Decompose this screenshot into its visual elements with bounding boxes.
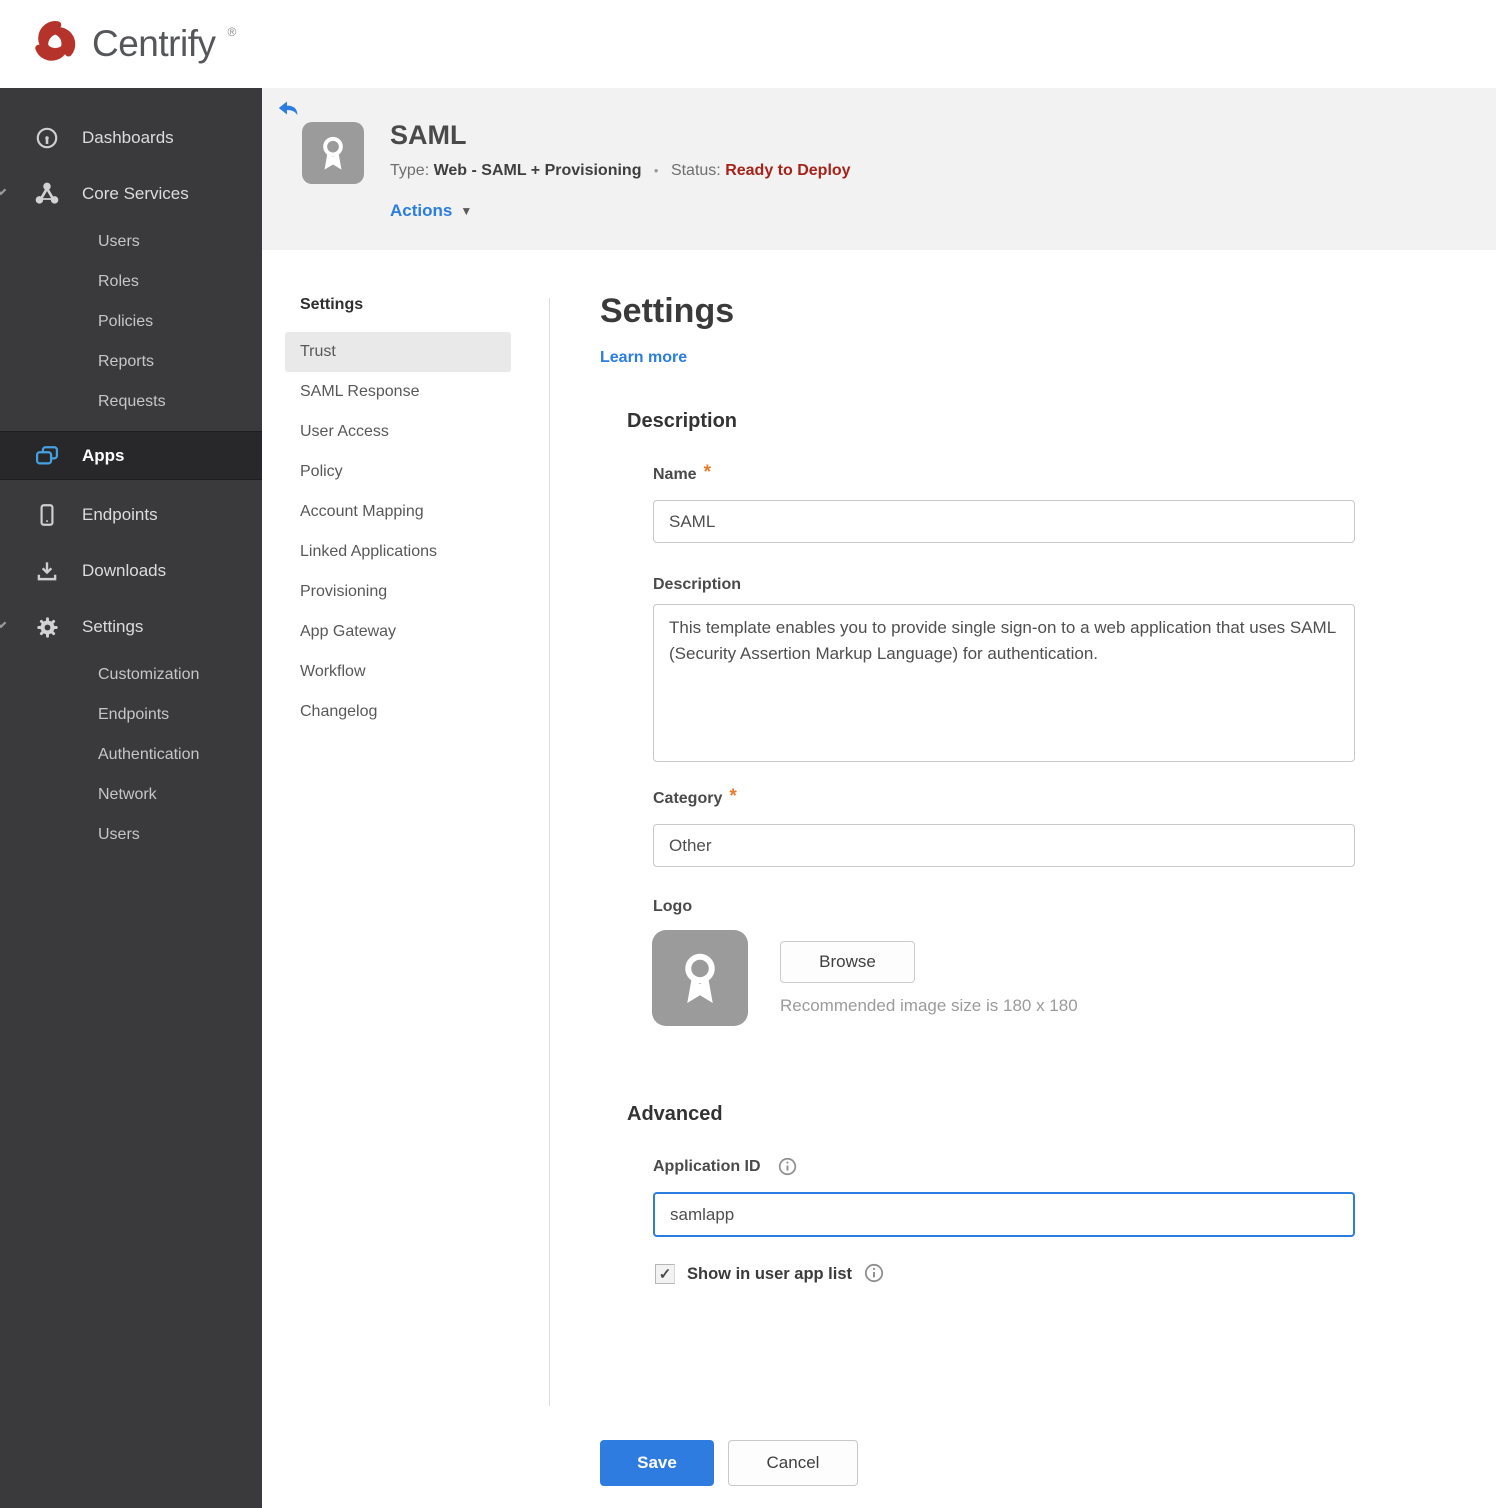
learn-more-link[interactable]: Learn more [600,349,687,367]
subnav-item-user-access[interactable]: User Access [285,412,511,452]
caret-down-icon: ▼ [460,204,473,218]
save-button[interactable]: Save [600,1440,714,1486]
phone-icon [32,502,62,528]
download-icon [32,558,62,584]
name-field[interactable] [653,500,1355,543]
subnav-item-app-gateway[interactable]: App Gateway [285,612,511,652]
apps-icon [32,442,62,470]
status-value: Ready to Deploy [725,162,851,179]
sidebar-item-authentication[interactable]: Authentication [0,735,262,775]
sidebar-item-users-settings[interactable]: Users [0,815,262,855]
status-label: Status: [670,162,721,179]
subnav-item-policy[interactable]: Policy [285,452,511,492]
app-meta-line: Type: Web - SAML + Provisioning • Status… [390,162,851,180]
meta-separator: • [653,163,659,178]
app-title: SAML [390,120,467,150]
page-title: Settings [600,292,735,330]
actions-label: Actions [390,201,453,220]
subnav-item-account-mapping[interactable]: Account Mapping [285,492,511,532]
sidebar-item-apps[interactable]: Apps [0,431,262,480]
sidebar-item-label: Core Services [82,184,189,203]
show-in-user-app-list-row: ✓ Show in user app list [655,1263,884,1284]
name-label: Name * [653,462,711,483]
award-ribbon-icon [323,136,343,170]
info-icon[interactable] [778,1157,797,1176]
app-logo-tile [302,122,364,184]
app-logo-preview [652,930,748,1026]
centrify-admin-screen: Centrify ® Dashboards Core Services User… [0,0,1496,1508]
sidebar-item-core-services[interactable]: Core Services [0,166,262,222]
sidebar-item-label: Dashboards [82,128,174,147]
sidebar-item-users[interactable]: Users [0,222,262,262]
show-in-user-app-list-checkbox[interactable]: ✓ [655,1264,675,1284]
required-asterisk: * [729,786,737,807]
award-ribbon-icon [685,953,715,1003]
core-services-icon [32,180,62,208]
browse-button[interactable]: Browse [780,941,915,983]
sidebar-item-reports[interactable]: Reports [0,342,262,382]
settings-subnav: Settings Trust SAML Response User Access… [285,296,511,732]
actions-menu-button[interactable]: Actions ▼ [390,201,472,221]
type-value: Web - SAML + Provisioning [433,162,642,179]
show-in-user-app-list-label: Show in user app list [687,1264,853,1283]
cancel-button[interactable]: Cancel [728,1440,858,1486]
info-icon[interactable] [864,1263,884,1283]
logo-label: Logo [653,898,693,915]
sidebar-item-settings[interactable]: Settings [0,599,262,655]
sidebar-item-requests[interactable]: Requests [0,382,262,422]
brand-name: Centrify [92,23,216,64]
type-label: Type: [390,162,430,179]
app-header: SAML Type: Web - SAML + Provisioning • S… [262,88,1496,250]
sidebar-item-label: Downloads [82,561,167,580]
chevron-down-icon [0,616,10,639]
subnav-heading: Settings [300,296,364,313]
application-id-field[interactable] [653,1192,1355,1237]
sidebar-item-label: Apps [82,445,125,465]
subnav-item-linked-applications[interactable]: Linked Applications [285,532,511,572]
sidebar-item-customization[interactable]: Customization [0,655,262,695]
sidebar: Dashboards Core Services Users Roles Pol… [0,88,262,1508]
subnav-item-trust[interactable]: Trust [285,332,511,372]
back-arrow-icon[interactable] [276,97,300,121]
sidebar-item-endpoints[interactable]: Endpoints [0,487,262,543]
description-section-heading: Description [627,410,738,432]
sidebar-item-downloads[interactable]: Downloads [0,543,262,599]
application-id-label: Application ID [653,1157,797,1177]
subnav-item-saml-response[interactable]: SAML Response [285,372,511,412]
brand-trademark: ® [227,25,237,39]
sidebar-item-dashboards[interactable]: Dashboards [0,110,262,166]
required-asterisk: * [703,462,711,483]
sidebar-item-network[interactable]: Network [0,775,262,815]
chevron-down-icon [0,183,10,206]
category-label: Category * [653,786,737,807]
description-label: Description [653,576,742,593]
top-bar: Centrify ® [0,0,1496,88]
sidebar-item-label: Endpoints [82,505,158,524]
vertical-divider [549,298,550,1406]
advanced-section-heading: Advanced [627,1103,723,1125]
description-field[interactable]: This template enables you to provide sin… [653,604,1355,762]
sidebar-item-label: Settings [82,617,144,636]
sidebar-item-endpoints-settings[interactable]: Endpoints [0,695,262,735]
centrify-mark-icon [28,15,82,74]
sidebar-item-roles[interactable]: Roles [0,262,262,302]
logo-size-hint: Recommended image size is 180 x 180 [780,996,1078,1015]
centrify-logo: Centrify ® [28,15,236,74]
subnav-item-changelog[interactable]: Changelog [285,692,511,732]
gear-icon [32,614,62,641]
checkmark-icon: ✓ [658,1266,672,1283]
gauge-icon [32,125,62,151]
sidebar-item-policies[interactable]: Policies [0,302,262,342]
subnav-item-provisioning[interactable]: Provisioning [285,572,511,612]
subnav-item-workflow[interactable]: Workflow [285,652,511,692]
category-field[interactable] [653,824,1355,867]
